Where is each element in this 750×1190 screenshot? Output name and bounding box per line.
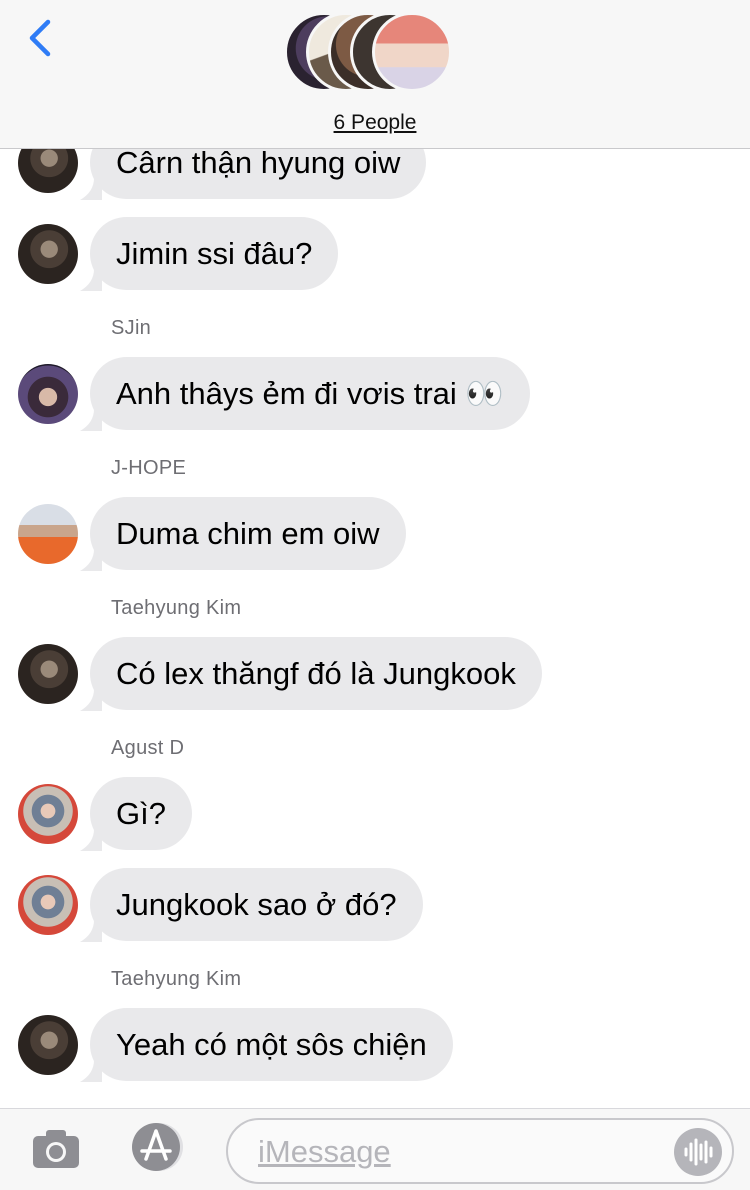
- message-row: Jimin ssi đâu?: [0, 217, 750, 291]
- avatar[interactable]: [18, 1015, 78, 1075]
- message-list[interactable]: Cârn thận hyung oiw Jimin ssi đâu? SJin …: [0, 0, 750, 1108]
- message-bubble[interactable]: Yeah có một sôs chiện: [90, 1008, 453, 1081]
- sender-name: J-HOPE: [111, 457, 187, 479]
- message-row: Anh thâys ẻm đi vơis trai 👀: [0, 357, 750, 431]
- conversation-header: 6 People: [0, 0, 750, 149]
- message-row: Gì?: [0, 777, 750, 851]
- avatar: [372, 12, 452, 92]
- message-bubble[interactable]: Jungkook sao ở đó?: [90, 868, 423, 941]
- group-members-label[interactable]: 6 People: [0, 111, 750, 135]
- message-bubble[interactable]: Anh thâys ẻm đi vơis trai 👀: [90, 357, 530, 430]
- avatar[interactable]: [18, 224, 78, 284]
- avatar[interactable]: [18, 364, 78, 424]
- message-row: Jungkook sao ở đó?: [0, 868, 750, 942]
- message-bubble[interactable]: Jimin ssi đâu?: [90, 217, 339, 290]
- message-bubble[interactable]: Gì?: [90, 777, 192, 850]
- sender-name: SJin: [111, 317, 152, 339]
- audio-message-button[interactable]: [674, 1128, 722, 1176]
- sender-name: Taehyung Kim: [111, 597, 242, 619]
- camera-button[interactable]: [30, 1125, 84, 1173]
- sender-name: Agust D: [111, 737, 185, 759]
- app-store-icon: [132, 1123, 183, 1171]
- back-button[interactable]: [20, 14, 64, 62]
- message-row: Yeah có một sôs chiện: [0, 1008, 750, 1082]
- message-row: Duma chim em oiw: [0, 497, 750, 571]
- chevron-left-icon: [29, 19, 51, 57]
- avatar[interactable]: [18, 644, 78, 704]
- sender-name: Taehyung Kim: [111, 968, 242, 990]
- message-bubble[interactable]: Có lex thăngf đó là Jungkook: [90, 637, 542, 710]
- group-avatar-stack[interactable]: [284, 12, 468, 96]
- message-input[interactable]: iMessage: [226, 1118, 734, 1184]
- avatar[interactable]: [18, 875, 78, 935]
- audio-waveform-icon: [684, 1138, 713, 1166]
- composer-bar: iMessage: [0, 1108, 750, 1190]
- app-store-button[interactable]: [126, 1121, 188, 1173]
- message-input-placeholder: iMessage: [258, 1134, 391, 1169]
- message-bubble[interactable]: Duma chim em oiw: [90, 497, 406, 570]
- avatar[interactable]: [18, 504, 78, 564]
- avatar[interactable]: [18, 784, 78, 844]
- camera-icon: [33, 1130, 79, 1168]
- message-row: Có lex thăngf đó là Jungkook: [0, 637, 750, 711]
